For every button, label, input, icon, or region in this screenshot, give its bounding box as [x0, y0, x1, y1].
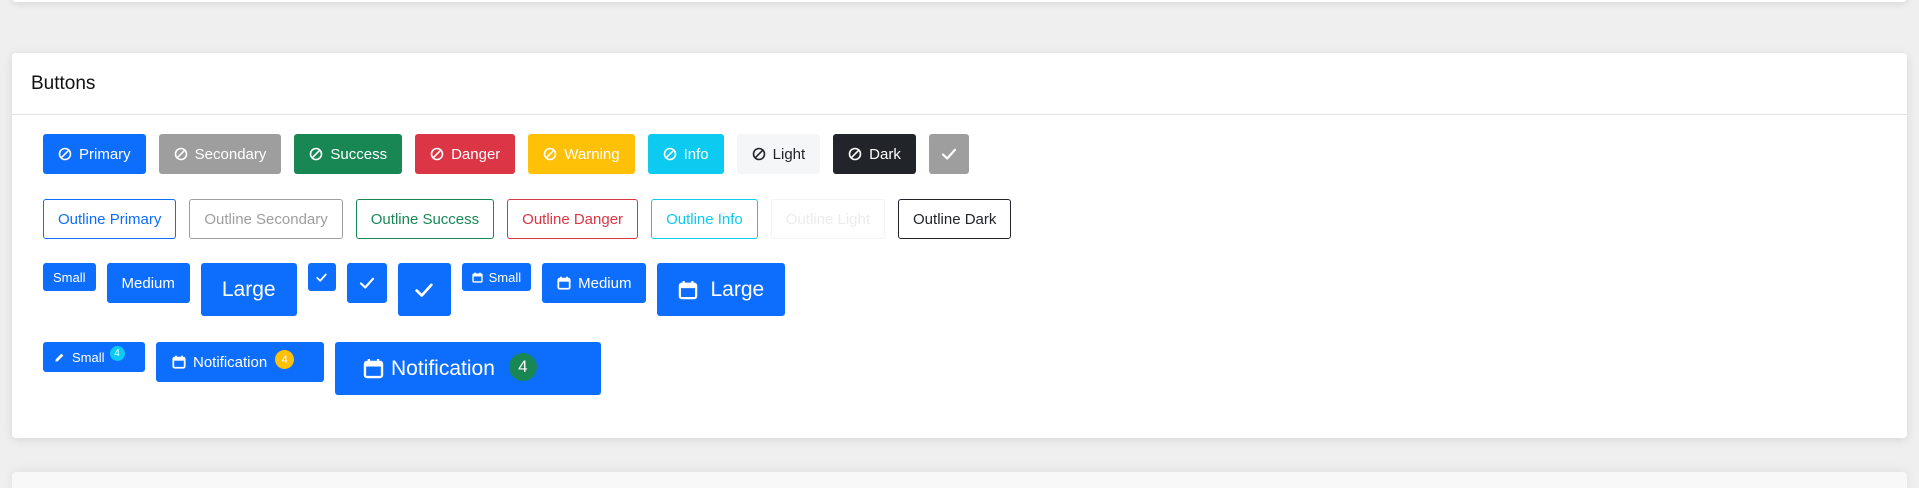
light-button-label: Light [772, 145, 806, 163]
secondary-button-label: Secondary [194, 145, 267, 163]
calendar-icon [471, 272, 483, 283]
warning-button[interactable]: Warning [528, 134, 635, 174]
large-button[interactable]: Large [200, 263, 297, 316]
dark-button-label: Dark [869, 145, 901, 163]
small-check-button[interactable] [307, 263, 336, 291]
info-button[interactable]: Info [647, 134, 724, 174]
info-button-label: Info [683, 145, 709, 163]
size-buttons-row: Small Medium Large Small Medium Large [43, 263, 796, 316]
notification-buttons-row: Small 4 Notification 4 Notification 4 [43, 342, 612, 395]
light-button[interactable]: Light [736, 134, 821, 174]
medium-calendar-button-label: Medium [578, 274, 632, 292]
notification-badge: 4 [275, 350, 295, 369]
ban-icon [174, 147, 188, 161]
large-calendar-button[interactable]: Large [657, 263, 786, 316]
outline-secondary-button[interactable]: Outline Secondary [189, 199, 343, 239]
small-notification-label: Small [72, 349, 105, 365]
check-icon [315, 271, 328, 284]
primary-button[interactable]: Primary [43, 134, 146, 174]
large-check-button[interactable] [397, 263, 451, 316]
medium-button[interactable]: Medium [106, 263, 190, 303]
buttons-card: Buttons Primary Secondary Success Danger… [12, 53, 1907, 438]
success-button-label: Success [330, 145, 388, 163]
large-calendar-button-label: Large [710, 277, 765, 301]
calendar-icon [363, 358, 384, 379]
outline-success-button[interactable]: Outline Success [355, 199, 495, 239]
small-button[interactable]: Small [43, 263, 96, 291]
large-notification-label: Notification [391, 356, 495, 380]
check-icon [940, 145, 958, 163]
ban-icon [543, 147, 557, 161]
large-notification-button[interactable]: Notification 4 [335, 342, 601, 395]
small-calendar-button[interactable]: Small [461, 263, 532, 291]
small-calendar-button-label: Small [488, 269, 522, 285]
card-header: Buttons [12, 53, 1907, 115]
previous-card [12, 0, 1907, 2]
pencil-icon [54, 352, 65, 363]
outline-dark-button[interactable]: Outline Dark [898, 199, 1012, 239]
secondary-button[interactable]: Secondary [158, 134, 282, 174]
solid-buttons-row: Primary Secondary Success Danger Warning… [43, 134, 982, 174]
calendar-icon [172, 355, 186, 369]
calendar-icon [678, 280, 698, 300]
danger-button[interactable]: Danger [415, 134, 516, 174]
ban-icon [752, 147, 766, 161]
medium-notification-button[interactable]: Notification 4 [156, 342, 324, 382]
calendar-icon [557, 276, 571, 290]
medium-notification-label: Notification [193, 353, 268, 371]
check-icon [358, 274, 376, 292]
ban-icon [58, 147, 72, 161]
outline-buttons-row: Outline Primary Outline Secondary Outlin… [43, 199, 1024, 239]
outline-danger-button[interactable]: Outline Danger [507, 199, 639, 239]
outline-info-button[interactable]: Outline Info [651, 199, 758, 239]
next-card [12, 472, 1907, 488]
ban-icon [309, 147, 323, 161]
danger-button-label: Danger [451, 145, 501, 163]
check-icon [413, 279, 435, 301]
success-button[interactable]: Success [294, 134, 403, 174]
ban-icon [848, 147, 862, 161]
medium-check-button[interactable] [346, 263, 387, 303]
check-button[interactable] [928, 134, 969, 174]
warning-button-label: Warning [564, 145, 620, 163]
dark-button[interactable]: Dark [833, 134, 916, 174]
primary-button-label: Primary [79, 145, 131, 163]
notification-badge: 4 [109, 345, 125, 361]
outline-light-button[interactable]: Outline Light [770, 199, 886, 239]
small-notification-button[interactable]: Small 4 [43, 342, 145, 372]
card-title: Buttons [31, 72, 96, 94]
ban-icon [663, 147, 677, 161]
medium-calendar-button[interactable]: Medium [542, 263, 647, 303]
ban-icon [430, 147, 444, 161]
notification-badge: 4 [508, 352, 537, 381]
outline-primary-button[interactable]: Outline Primary [43, 199, 177, 239]
